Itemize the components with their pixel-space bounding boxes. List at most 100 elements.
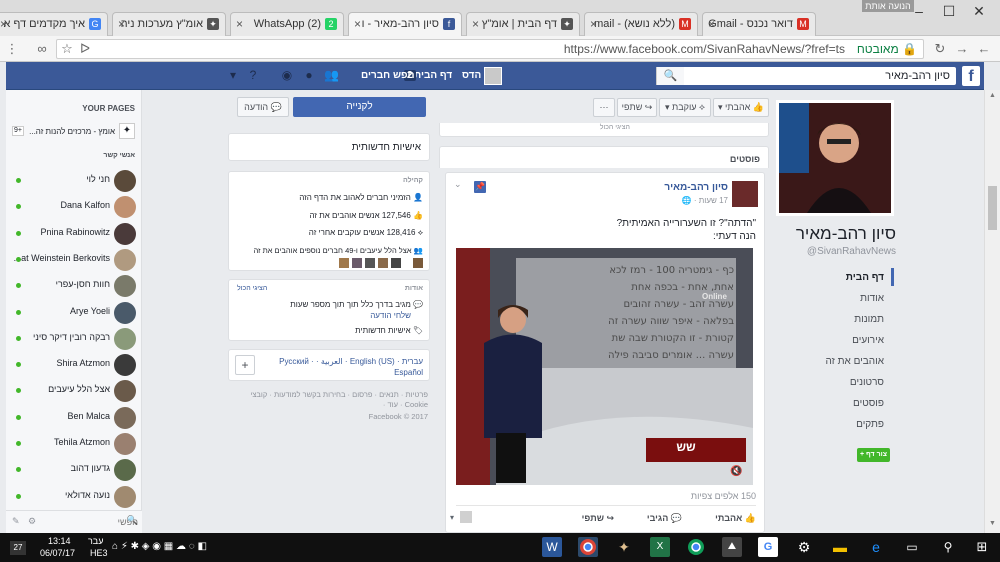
message-button[interactable]: 💬 הודעה <box>237 97 289 117</box>
chrome-taskbar-icon-active[interactable] <box>578 537 598 557</box>
chat-contact[interactable]: Dana Kalfon <box>6 194 142 220</box>
help-icon[interactable]: ? <box>246 68 260 82</box>
find-friends-link[interactable]: חפש חברים <box>361 70 415 81</box>
browser-tab[interactable]: G איך מקדמים דף א × <box>0 12 108 36</box>
chat-contact[interactable]: ...at Weinstein Berkovits <box>6 247 142 273</box>
add-language-button[interactable]: + <box>235 355 255 375</box>
translate-icon[interactable]: ᐅ <box>77 40 93 58</box>
languages-list[interactable]: עברית · English (US) · العربية · Русский… <box>263 356 423 378</box>
page-nav-item[interactable]: פתקים <box>856 419 884 430</box>
settings-taskbar-icon[interactable]: ⚙ <box>794 537 814 557</box>
infinity-extension-icon[interactable]: ∞ <box>34 40 50 58</box>
cortana-search-icon[interactable]: ⚲ <box>938 537 958 557</box>
minimize-button[interactable]: – <box>904 2 934 20</box>
chat-contact[interactable]: רבקה רובין דיקר סיני <box>6 326 142 352</box>
shop-button[interactable]: לקנייה <box>293 97 426 117</box>
browser-tab[interactable]: ✦ אומ"ץ מערכות ניה × <box>112 12 226 36</box>
chat-contact[interactable]: Tehila Atzmon <box>6 431 142 457</box>
tab-close-icon[interactable]: × <box>0 13 7 35</box>
user-avatar[interactable] <box>484 67 502 85</box>
scroll-thumb[interactable] <box>988 186 997 230</box>
page-nav-item[interactable]: סרטונים <box>850 377 884 388</box>
start-menu-icon[interactable]: ⊞ <box>972 537 992 557</box>
friend-avatar[interactable] <box>378 258 388 268</box>
about-show-all[interactable]: הציגי הכול <box>237 285 267 292</box>
page-scrollbar[interactable]: ▲ ▼ <box>984 90 1000 533</box>
browser-tab[interactable]: M דואר נכנס - Gmail × <box>702 12 816 36</box>
reload-icon[interactable]: ↻ <box>932 40 948 58</box>
search-icon[interactable]: 🔍 <box>656 67 684 85</box>
forward-icon[interactable]: ← <box>976 40 992 58</box>
tab-close-icon[interactable]: × <box>708 13 715 35</box>
scroll-up-icon[interactable]: ▲ <box>989 92 996 99</box>
task-view-icon[interactable]: ▭ <box>902 537 922 557</box>
close-window-button[interactable]: ✕ <box>964 2 994 20</box>
friend-avatar[interactable] <box>352 258 362 268</box>
input-language[interactable]: עבר <box>88 536 103 546</box>
chat-contact[interactable]: חני לוי <box>6 168 142 194</box>
post-viewer-avatar[interactable] <box>460 511 472 523</box>
post-options-chevron-icon[interactable]: ⌄ <box>454 179 462 190</box>
word-taskbar-icon[interactable]: W <box>542 537 562 557</box>
excel-taskbar-icon[interactable]: X <box>650 537 670 557</box>
tab-close-icon[interactable]: × <box>236 13 243 35</box>
browser-tab[interactable]: M (ללא נושא) - mail × <box>584 12 698 36</box>
chat-contact[interactable]: Pnina Rabinowitz <box>6 221 142 247</box>
search-input[interactable]: סיון רהב-מאיר 🔍 <box>656 67 956 85</box>
clock-time[interactable]: 13:14 <box>48 536 71 546</box>
back-icon[interactable]: → <box>954 40 970 58</box>
bookmark-star-icon[interactable]: ☆ <box>59 40 75 58</box>
photos-taskbar-icon[interactable]: ⛰ <box>722 537 742 557</box>
clock-date[interactable]: 06/07/17 <box>40 548 75 558</box>
home-link[interactable]: דף הבית <box>414 70 452 81</box>
account-menu-icon[interactable]: ▾ <box>226 68 240 82</box>
friends-like-text[interactable]: 👥 אצל הלל עיעבים ו-49 חברים נוספים אוהבי… <box>253 246 423 255</box>
tray-icons[interactable]: ⌂ ⚡ ✱ ◈ ◉ ▦ ☁ ◌ ◧ <box>112 541 207 552</box>
viewer-dropdown-icon[interactable]: ▾ <box>450 513 454 522</box>
notifications-icon[interactable]: ◉ <box>280 68 294 82</box>
omnibox[interactable]: ☆ ᐅ https://www.facebook.com/SivanRahavN… <box>56 39 924 59</box>
tab-close-icon[interactable]: × <box>590 13 597 35</box>
following-button[interactable]: ⟡ עוקבת ▾ <box>659 98 711 117</box>
chat-contact[interactable]: Ben Malca <box>6 405 142 431</box>
browser-tab[interactable]: 2 (2) WhatsApp × <box>230 12 344 36</box>
friend-avatar[interactable] <box>413 258 423 268</box>
friend-requests-icon[interactable]: 👥 <box>324 68 339 82</box>
chat-settings-icon[interactable]: ⚙ <box>28 516 36 527</box>
tab-close-icon[interactable]: × <box>118 13 125 35</box>
invite-friends-link[interactable]: 👤 הזמיני חברים לאהוב את הדף הזה <box>299 193 423 202</box>
footer-links[interactable]: פרטיות · תנאים · פרסום · בחירות בקשר למו… <box>228 390 428 410</box>
browser-tab[interactable]: ✦ דף הבית | אומ"ץ × <box>466 12 580 36</box>
chat-contact[interactable]: חוות חסן-עפרי <box>6 273 142 299</box>
chat-contact[interactable]: Arye Yoeli <box>6 300 142 326</box>
browser-tab[interactable]: f סיון רהב-מאיר - ו × <box>348 12 462 37</box>
your-page-item[interactable]: אומץ - מרכזים להנות זה... <box>29 127 115 136</box>
page-nav-item[interactable]: פוסטים <box>853 398 884 409</box>
chat-contact[interactable]: Shira Atzmon <box>6 352 142 378</box>
user-name[interactable]: הדס <box>462 70 481 81</box>
page-nav-item[interactable]: תמונות <box>854 314 884 325</box>
messages-icon[interactable]: ● <box>302 68 316 82</box>
post-timestamp[interactable]: 17 שעות · 🌐 <box>682 196 728 205</box>
page-nav-item[interactable]: אוהבים את זה <box>826 356 885 367</box>
chat-contact[interactable]: אצל הלל עיעבים <box>6 378 142 404</box>
create-page-button[interactable]: צור דף + <box>857 448 890 462</box>
page-nav-item[interactable]: אירועים <box>852 335 884 346</box>
edge-taskbar-icon[interactable]: e <box>866 537 886 557</box>
app-taskbar-icon[interactable]: ✦ <box>614 537 634 557</box>
video-mute-icon[interactable]: 🔇 <box>730 466 742 477</box>
menu-dots-icon[interactable]: ⋮ <box>4 40 20 58</box>
share-button[interactable]: ↪ שתפי <box>617 98 657 117</box>
friend-avatar[interactable] <box>391 258 401 268</box>
chat-contact[interactable]: נועה אדולאי <box>6 484 142 510</box>
post-comment-button[interactable]: 💬 הגיבי <box>647 513 682 524</box>
page-nav-item[interactable]: דף הבית <box>846 272 884 283</box>
facebook-logo-icon[interactable]: f <box>962 66 980 86</box>
chat-contact[interactable]: גדעון דהוב <box>6 457 142 483</box>
friend-avatar[interactable] <box>339 258 349 268</box>
page-logo-icon[interactable]: ✦ <box>119 123 135 139</box>
notification-center-icon[interactable]: 27 <box>10 541 26 555</box>
page-nav-item[interactable]: אודות <box>860 293 884 304</box>
send-message-link[interactable]: שלחי הודעה <box>370 311 411 320</box>
previous-show-all[interactable]: הציגי הכול <box>600 124 630 131</box>
